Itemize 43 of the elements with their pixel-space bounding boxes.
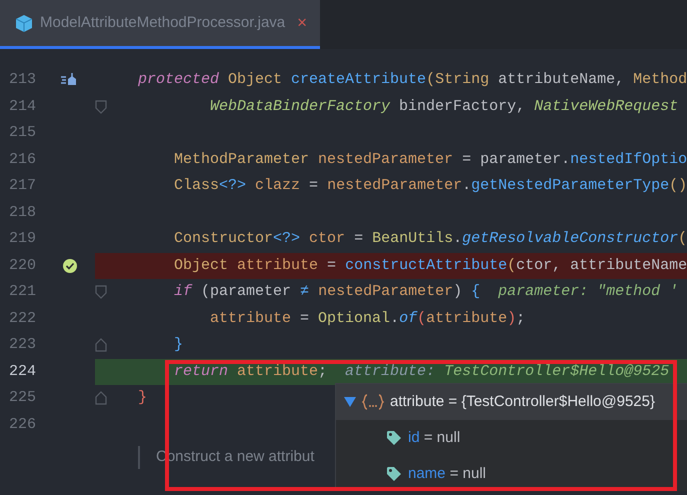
cube-icon bbox=[16, 14, 32, 32]
variable-text: attribute = {TestController$Hello@9525} bbox=[390, 392, 655, 412]
fold-icon[interactable] bbox=[95, 338, 107, 352]
fold-icon[interactable] bbox=[95, 391, 107, 406]
code-line: Object attribute = constructAttribute(ctor, attributeName bbox=[173, 256, 687, 276]
field-text: id = null bbox=[408, 428, 460, 448]
tab-title: ModelAttributeMethodProcessor.java bbox=[40, 12, 286, 33]
field-row[interactable]: name = null bbox=[336, 456, 687, 492]
tag-icon bbox=[386, 466, 402, 482]
code-line: } bbox=[138, 388, 148, 408]
code-line: Class<?> clazz = nestedParameter.getNestedParameterType() bbox=[173, 176, 687, 196]
code-line: MethodParameter nestedParameter = parameter.nestedIfOptio bbox=[173, 150, 687, 170]
code-line: protected Object createAttribute(String attributeName, Method bbox=[138, 70, 687, 90]
code-line: WebDataBinderFactory binderFactory, NativeWebRequest bbox=[209, 96, 678, 116]
line-number: 224 bbox=[8, 362, 36, 382]
fold-icon[interactable] bbox=[95, 285, 107, 300]
braces-icon bbox=[362, 394, 384, 410]
line-number: 225 bbox=[8, 388, 36, 408]
line-number: 220 bbox=[8, 256, 36, 276]
code-line: } bbox=[173, 335, 184, 355]
line-number: 223 bbox=[8, 335, 36, 355]
code-line: attribute = Optional.of(attribute); bbox=[209, 308, 526, 328]
code-line: if (parameter ≠ nestedParameter) { parameter: "method ' bbox=[173, 282, 678, 302]
line-number: 226 bbox=[8, 414, 36, 434]
tag-icon bbox=[386, 430, 402, 446]
field-row[interactable]: id = null bbox=[336, 420, 687, 456]
check-icon[interactable] bbox=[63, 258, 77, 273]
code-line: return attribute; attribute: TestController$Hello@9525 bbox=[173, 362, 670, 382]
variable-row[interactable]: attribute = {TestController$Hello@9525} bbox=[336, 384, 687, 420]
line-number: 218 bbox=[8, 202, 36, 222]
fold-icon[interactable] bbox=[95, 100, 107, 114]
line-number: 217 bbox=[8, 176, 36, 196]
line-number: 219 bbox=[8, 229, 36, 249]
expand-arrow-icon[interactable] bbox=[344, 397, 356, 407]
line-number: 222 bbox=[8, 308, 36, 328]
method-marker-icon[interactable] bbox=[61, 73, 77, 88]
line-number: 216 bbox=[8, 150, 36, 170]
code-line: Constructor<?> ctor = BeanUtils.getResolvableConstructor( bbox=[173, 229, 687, 249]
line-number: 215 bbox=[8, 123, 36, 143]
field-text: name = null bbox=[408, 464, 486, 484]
line-number: 214 bbox=[8, 96, 36, 116]
line-number: 221 bbox=[8, 282, 36, 302]
line-number: 213 bbox=[8, 70, 36, 90]
